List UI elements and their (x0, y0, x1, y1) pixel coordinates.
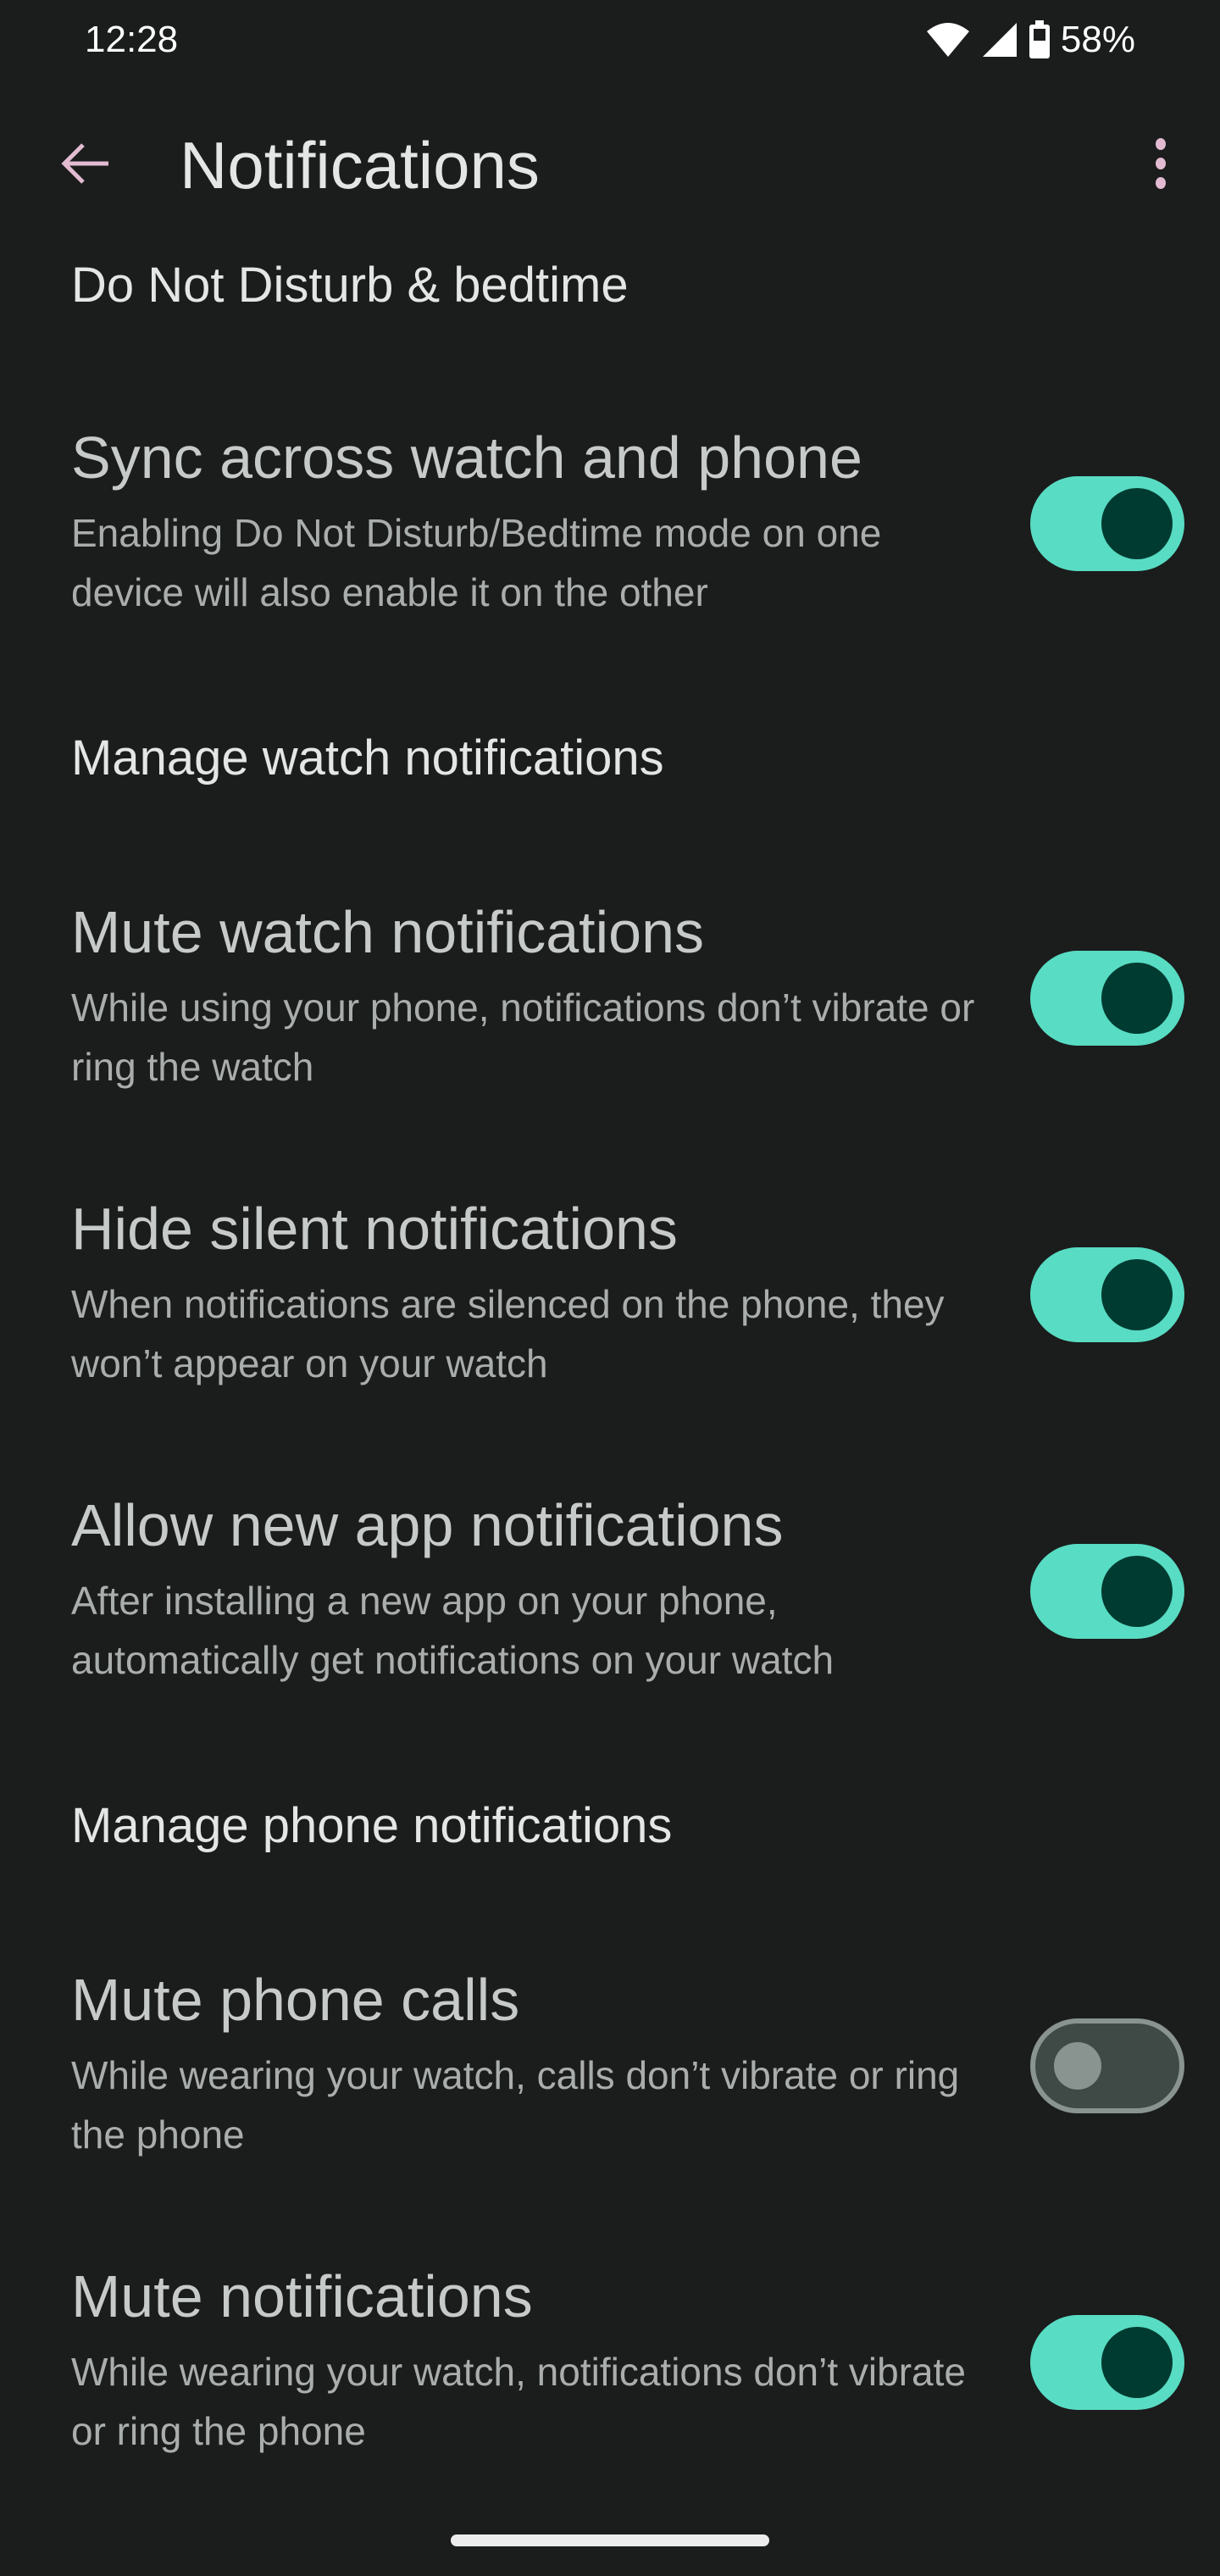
pref-hide-silent-notifications[interactable]: Hide silent notifications When notificat… (0, 1193, 1220, 1405)
status-icons: 58% (925, 19, 1135, 61)
toggle-thumb (1054, 2042, 1101, 2090)
more-vertical-icon (1154, 137, 1167, 193)
pref-mute-watch-notifications[interactable]: Mute watch notifications While using you… (0, 897, 1220, 1108)
battery-percent: 58% (1060, 19, 1135, 60)
toggle-thumb (1101, 1556, 1173, 1627)
toggle-thumb (1101, 2327, 1173, 2398)
mute-phone-calls-toggle[interactable] (1030, 2018, 1184, 2113)
pref-title: Mute watch notifications (71, 899, 705, 965)
arrow-back-icon (59, 142, 110, 190)
pref-sync-across-watch-and-phone[interactable]: Sync across watch and phone Enabling Do … (0, 422, 1220, 634)
page-title: Notifications (180, 128, 540, 203)
pref-mute-phone-calls[interactable]: Mute phone calls While wearing your watc… (0, 1964, 1220, 2176)
mute-watch-toggle[interactable] (1030, 951, 1184, 1046)
section-header-phone: Manage phone notifications (71, 1798, 673, 1853)
back-button[interactable] (51, 136, 119, 195)
allow-new-app-toggle[interactable] (1030, 1544, 1184, 1639)
pref-title: Sync across watch and phone (71, 425, 862, 491)
pref-summary: While wearing your watch, calls don’t vi… (71, 2053, 960, 2157)
toggle-thumb (1101, 963, 1173, 1034)
pref-title: Mute phone calls (71, 1967, 520, 2033)
pref-title: Hide silent notifications (71, 1196, 678, 1262)
pref-title: Mute notifications (71, 2263, 533, 2329)
pref-mute-notifications[interactable]: Mute notifications While wearing your wa… (0, 2261, 1220, 2473)
pref-allow-new-app-notifications[interactable]: Allow new app notifications After instal… (0, 1490, 1220, 1702)
gesture-nav-handle[interactable] (451, 2534, 769, 2546)
status-time: 12:28 (85, 19, 179, 60)
pref-summary: After installing a new app on your phone… (71, 1579, 835, 1682)
section-header-watch: Manage watch notifications (71, 730, 664, 786)
hide-silent-toggle[interactable] (1030, 1247, 1184, 1342)
sync-toggle[interactable] (1030, 476, 1184, 571)
more-options-button[interactable] (1135, 131, 1186, 199)
pref-summary: While wearing your watch, notifications … (71, 2350, 966, 2453)
pref-summary: Enabling Do Not Disturb/Bedtime mode on … (71, 511, 882, 614)
toggle-thumb (1101, 1259, 1173, 1330)
status-bar: 12:28 58% (0, 0, 1220, 85)
cellular-signal-icon (981, 21, 1018, 58)
battery-icon (1029, 20, 1051, 59)
app-bar: Notifications (0, 110, 1220, 220)
wifi-icon (925, 21, 971, 58)
section-header-dnd: Do Not Disturb & bedtime (71, 258, 629, 313)
toggle-thumb (1101, 488, 1173, 559)
mute-notifications-toggle[interactable] (1030, 2315, 1184, 2410)
pref-summary: While using your phone, notifications do… (71, 985, 975, 1089)
pref-title: Allow new app notifications (71, 1492, 784, 1558)
pref-summary: When notifications are silenced on the p… (71, 1282, 945, 1385)
